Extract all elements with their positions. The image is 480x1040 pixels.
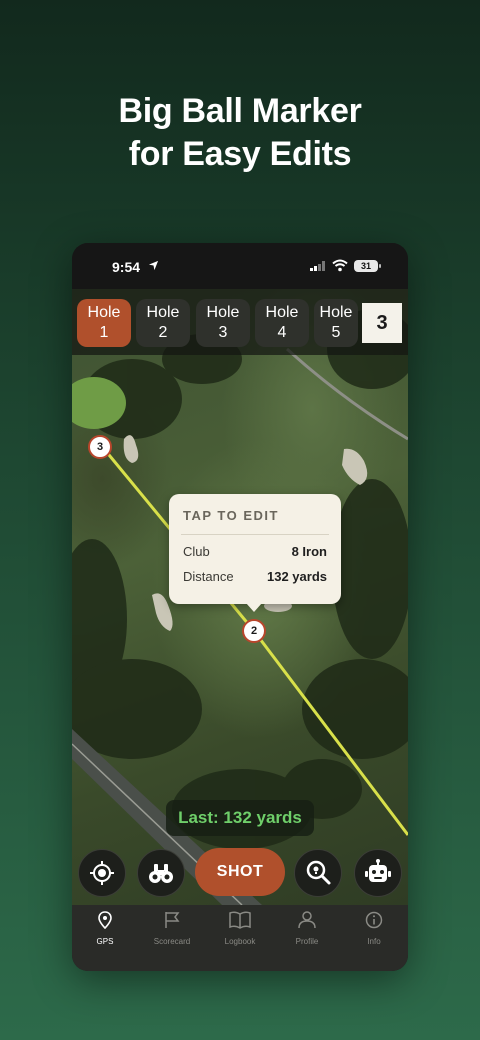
battery-tip bbox=[379, 264, 381, 268]
ball-marker-a[interactable]: 3 bbox=[88, 435, 112, 459]
tab-label: Info bbox=[367, 937, 381, 946]
hole-tab-3[interactable]: Hole 3 bbox=[196, 299, 250, 347]
binoculars-icon bbox=[149, 864, 173, 883]
caddie-bot-button[interactable] bbox=[354, 849, 402, 897]
zoom-button[interactable] bbox=[294, 849, 342, 897]
bunker bbox=[123, 435, 139, 463]
hole-tab-4[interactable]: Hole 4 bbox=[255, 299, 309, 347]
person-icon bbox=[298, 911, 316, 929]
gps-pin-icon bbox=[98, 911, 112, 930]
hole-tab-label: Hole bbox=[146, 304, 180, 321]
distance-label: Distance bbox=[183, 569, 234, 584]
hole-tab-number: 4 bbox=[277, 324, 287, 341]
cellular-signal-icon bbox=[310, 261, 325, 271]
rangefinder-button[interactable] bbox=[137, 849, 185, 897]
status-time: 9:54 bbox=[112, 259, 141, 275]
wifi-icon bbox=[332, 259, 348, 272]
bunker bbox=[342, 448, 368, 485]
distance-value: 132 yards bbox=[267, 569, 327, 584]
hole-tab-number: 3 bbox=[218, 324, 228, 341]
flag-icon bbox=[165, 912, 180, 928]
tab-logbook[interactable]: Logbook bbox=[212, 911, 268, 946]
tab-info[interactable]: Info bbox=[346, 911, 402, 946]
last-shot-distance: Last: 132 yards bbox=[166, 800, 314, 836]
current-hole-number[interactable]: 3 bbox=[362, 303, 402, 343]
tab-scorecard[interactable]: Scorecard bbox=[144, 911, 200, 946]
tab-label: Scorecard bbox=[153, 937, 191, 946]
hole-tab-label: Hole bbox=[265, 304, 299, 321]
status-bar: 9:54 31 bbox=[72, 243, 408, 289]
tab-label: Profile bbox=[295, 937, 319, 946]
robot-icon bbox=[365, 859, 391, 882]
bottom-tab-bar: GPS Scorecard Logbook Profile Info bbox=[72, 905, 408, 971]
popup-pointer bbox=[246, 603, 262, 612]
headline-line-2: for Easy Edits bbox=[128, 135, 352, 173]
hole-tab-number: 5 bbox=[331, 324, 341, 341]
tab-label: Logbook bbox=[224, 937, 256, 946]
hole-tab-label: Hole bbox=[87, 304, 121, 321]
shot-button[interactable]: SHOT bbox=[195, 848, 285, 896]
info-icon bbox=[365, 911, 383, 929]
tab-profile[interactable]: Profile bbox=[279, 911, 335, 946]
crosshair-icon bbox=[90, 861, 114, 885]
hole-tab-1[interactable]: Hole 1 bbox=[77, 299, 131, 347]
hole-tab-5[interactable]: Hole 5 bbox=[314, 299, 358, 347]
hole-tab-2[interactable]: Hole 2 bbox=[136, 299, 190, 347]
battery-indicator: 31 bbox=[354, 260, 378, 272]
club-label: Club bbox=[183, 544, 210, 559]
club-value[interactable]: 8 Iron bbox=[292, 544, 327, 559]
hole-selector: Hole 1 Hole 2 Hole 3 Hole 4 Hole 5 3 bbox=[72, 289, 408, 355]
phone-screen: 9:54 31 Hole 1 Hole 2 Hole 3 Hole 4 Hole… bbox=[72, 243, 408, 971]
hole-tab-number: 2 bbox=[158, 324, 168, 341]
tab-label: GPS bbox=[96, 937, 114, 946]
hole-tab-label: Hole bbox=[319, 304, 353, 321]
hole-tab-number: 1 bbox=[99, 324, 109, 341]
headline-line-1: Big Ball Marker bbox=[118, 92, 362, 130]
headline: Big Ball Marker for Easy Edits bbox=[0, 90, 480, 176]
popup-title: TAP TO EDIT bbox=[183, 508, 279, 523]
magnifier-pin-icon bbox=[306, 860, 331, 885]
popup-divider bbox=[181, 534, 329, 535]
hole-tab-label: Hole bbox=[206, 304, 240, 321]
book-icon bbox=[229, 911, 251, 929]
locate-button[interactable] bbox=[78, 849, 126, 897]
location-arrow-icon bbox=[148, 260, 159, 271]
tab-gps[interactable]: GPS bbox=[77, 911, 133, 946]
ball-marker-b[interactable]: 2 bbox=[242, 619, 266, 643]
shot-edit-popup[interactable]: TAP TO EDIT Club 8 Iron Distance 132 yar… bbox=[169, 494, 341, 604]
